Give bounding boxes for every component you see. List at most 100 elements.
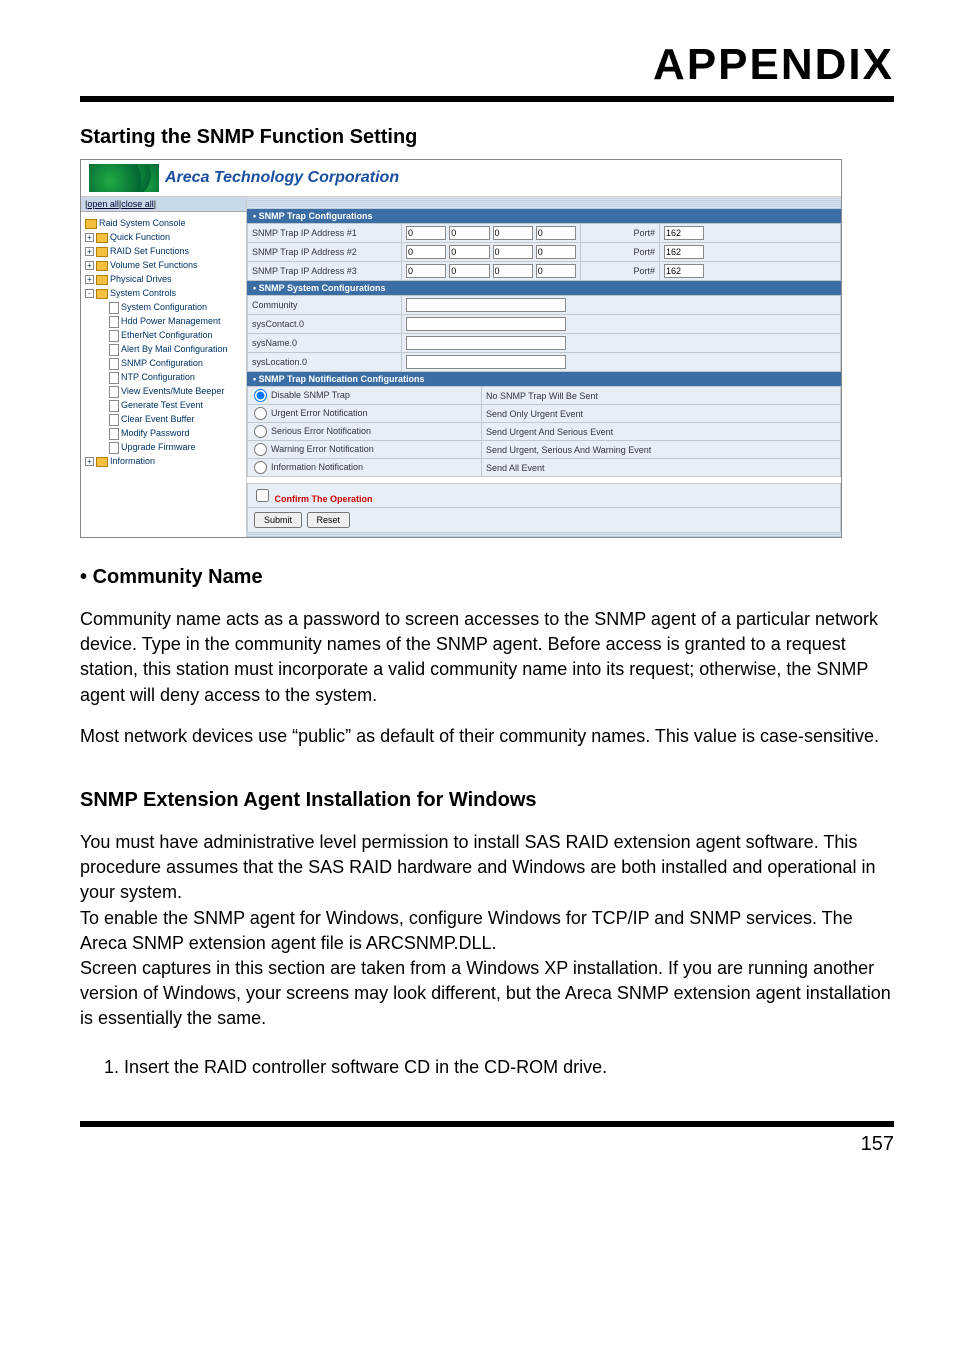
notif-desc: No SNMP Trap Will Be Sent: [482, 387, 841, 405]
syscontact-input[interactable]: [406, 317, 566, 331]
section-title: Starting the SNMP Function Setting: [80, 126, 894, 149]
nav-sysconf[interactable]: System Configuration: [85, 300, 244, 314]
nav-eth[interactable]: EtherNet Configuration: [85, 328, 244, 342]
notif-desc: Send Only Urgent Event: [482, 405, 841, 423]
trap2-ip-c[interactable]: [493, 245, 533, 259]
trap1-ip-c[interactable]: [493, 226, 533, 240]
trap1-ip-b[interactable]: [449, 226, 489, 240]
folder-icon: [96, 289, 108, 299]
page-icon: [109, 330, 119, 342]
page-icon: [109, 442, 119, 454]
collapse-icon: -: [85, 289, 94, 298]
body-paragraph: You must have administrative level permi…: [80, 830, 894, 906]
trap3-ip-b[interactable]: [449, 264, 489, 278]
nav-raidset[interactable]: +RAID Set Functions: [85, 244, 244, 258]
nav-alert[interactable]: Alert By Mail Configuration: [85, 342, 244, 356]
trap1-port[interactable]: [664, 226, 704, 240]
radio-serious[interactable]: [254, 425, 267, 438]
sysname-input[interactable]: [406, 336, 566, 350]
nav-upgrade[interactable]: Upgrade Firmware: [85, 440, 244, 454]
close-all-link[interactable]: close all: [121, 199, 154, 209]
syslocation-input[interactable]: [406, 355, 566, 369]
trap1-ip-d[interactable]: [536, 226, 576, 240]
trap-label: SNMP Trap IP Address #2: [248, 243, 402, 262]
agent-heading: SNMP Extension Agent Installation for Wi…: [80, 789, 894, 812]
list-item: 1. Insert the RAID controller software C…: [104, 1055, 894, 1080]
page-icon: [109, 344, 119, 356]
expand-icon: +: [85, 233, 94, 242]
port-label: Port#: [581, 243, 660, 262]
page-icon: [109, 358, 119, 370]
trap3-ip-c[interactable]: [493, 264, 533, 278]
reset-button[interactable]: Reset: [307, 512, 351, 528]
trap3-ip-a[interactable]: [406, 264, 446, 278]
trap-label: SNMP Trap IP Address #1: [248, 224, 402, 243]
sys-label: sysLocation.0: [248, 353, 402, 372]
expand-icon: +: [85, 247, 94, 256]
trap1-ip-a[interactable]: [406, 226, 446, 240]
nav-physical[interactable]: +Physical Drives: [85, 272, 244, 286]
nav-ntp[interactable]: NTP Configuration: [85, 370, 244, 384]
trap-section-header: • SNMP Trap Configurations: [247, 209, 841, 223]
nav-snmp[interactable]: SNMP Configuration: [85, 356, 244, 370]
body-paragraph: Screen captures in this section are take…: [80, 956, 894, 1032]
nav-view[interactable]: View Events/Mute Beeper: [85, 384, 244, 398]
community-heading: Community Name: [80, 566, 894, 589]
expand-icon: +: [85, 275, 94, 284]
trap-row-2: SNMP Trap IP Address #2 Port#: [248, 243, 841, 262]
confirm-checkbox[interactable]: [256, 489, 269, 502]
page-number: 157: [861, 1133, 894, 1155]
nav-root[interactable]: Raid System Console: [85, 216, 244, 230]
trap2-ip-a[interactable]: [406, 245, 446, 259]
nav-volset[interactable]: +Volume Set Functions: [85, 258, 244, 272]
nav-hdd[interactable]: Hdd Power Management: [85, 314, 244, 328]
folder-icon: [96, 275, 108, 285]
trap-label: SNMP Trap IP Address #3: [248, 262, 402, 281]
notif-label: Information Notification: [271, 462, 363, 472]
radio-urgent[interactable]: [254, 407, 267, 420]
page-icon: [109, 428, 119, 440]
port-label: Port#: [581, 224, 660, 243]
sys-label: sysContact.0: [248, 315, 402, 334]
trap-row-3: SNMP Trap IP Address #3 Port#: [248, 262, 841, 281]
open-all-link[interactable]: open all: [87, 199, 119, 209]
page-icon: [109, 372, 119, 384]
trap2-ip-d[interactable]: [536, 245, 576, 259]
community-input[interactable]: [406, 298, 566, 312]
corp-title: Areca Technology Corporation: [165, 169, 399, 187]
page-footer: 157: [80, 1121, 894, 1156]
areca-logo: [89, 164, 159, 192]
nav-info[interactable]: +Information: [85, 454, 244, 468]
notif-section-header: • SNMP Trap Notification Configurations: [247, 372, 841, 386]
trap3-port[interactable]: [664, 264, 704, 278]
folder-icon: [85, 219, 97, 229]
folder-icon: [96, 233, 108, 243]
nav-sysctrl[interactable]: -System Controls: [85, 286, 244, 300]
nav-modify[interactable]: Modify Password: [85, 426, 244, 440]
trap3-ip-d[interactable]: [536, 264, 576, 278]
radio-warning[interactable]: [254, 443, 267, 456]
trap2-port[interactable]: [664, 245, 704, 259]
nav-clear[interactable]: Clear Event Buffer: [85, 412, 244, 426]
submit-button[interactable]: Submit: [254, 512, 302, 528]
nav-quick[interactable]: +Quick Function: [85, 230, 244, 244]
notif-desc: Send All Event: [482, 459, 841, 477]
nav-sidebar: |open all|close all| Raid System Console…: [81, 197, 247, 537]
notif-label: Disable SNMP Trap: [271, 390, 350, 400]
trap2-ip-b[interactable]: [449, 245, 489, 259]
folder-icon: [96, 261, 108, 271]
body-paragraph: Most network devices use “public” as def…: [80, 724, 894, 749]
page-icon: [109, 400, 119, 412]
radio-disable[interactable]: [254, 389, 267, 402]
radio-info[interactable]: [254, 461, 267, 474]
notif-label: Serious Error Notification: [271, 426, 371, 436]
notif-desc: Send Urgent And Serious Event: [482, 423, 841, 441]
body-paragraph: To enable the SNMP agent for Windows, co…: [80, 906, 894, 956]
page-icon: [109, 386, 119, 398]
body-paragraph: Community name acts as a password to scr…: [80, 607, 894, 708]
page-icon: [109, 414, 119, 426]
folder-icon: [96, 457, 108, 467]
snmp-screenshot: Areca Technology Corporation |open all|c…: [80, 159, 842, 538]
nav-gen[interactable]: Generate Test Event: [85, 398, 244, 412]
expand-icon: +: [85, 457, 94, 466]
